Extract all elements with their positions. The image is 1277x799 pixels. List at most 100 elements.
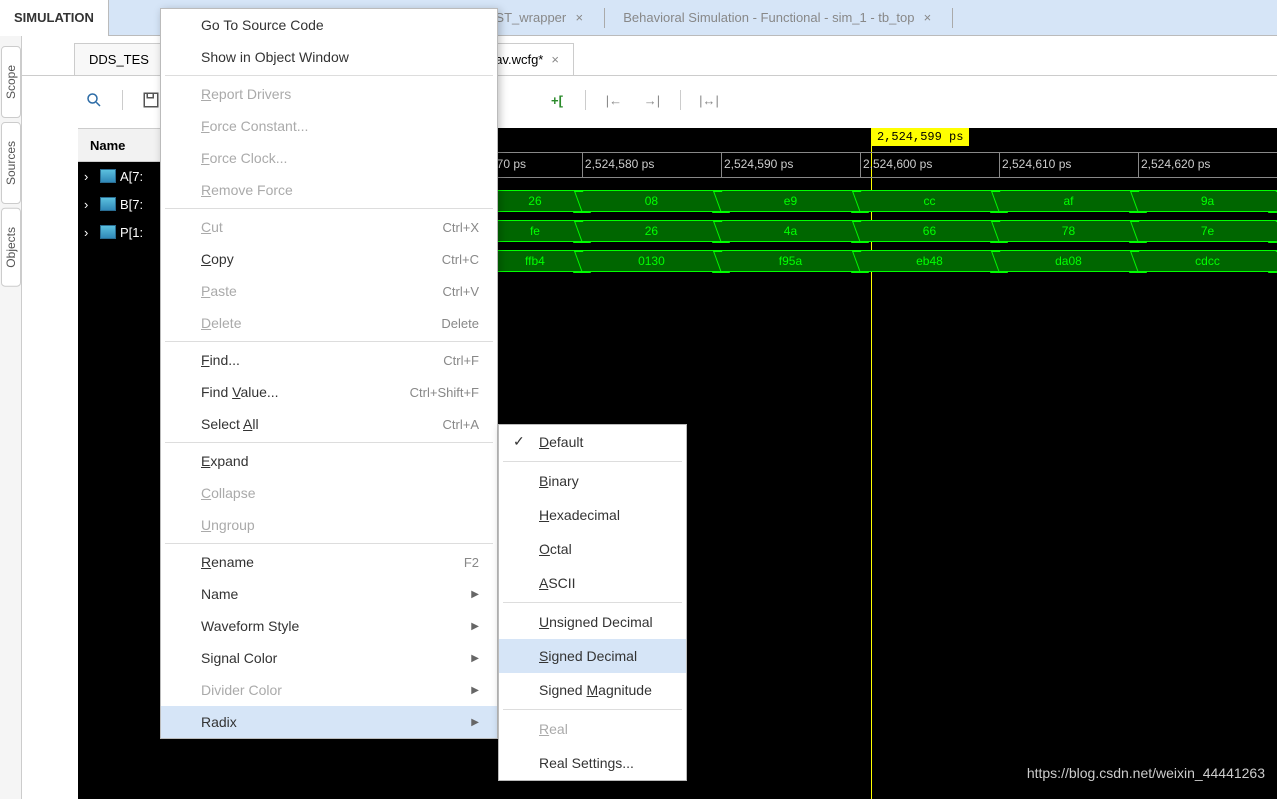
tab-label: Behavioral Simulation - Functional - sim… bbox=[623, 10, 914, 25]
menu-label: Report Drivers bbox=[201, 86, 291, 102]
keyboard-shortcut: Ctrl+A bbox=[443, 417, 479, 432]
time-ruler: 570 ps 2,524,580 ps 2,524,590 ps 2,524,6… bbox=[488, 152, 1277, 178]
menu-label: Paste bbox=[201, 283, 237, 299]
keyboard-shortcut: F2 bbox=[464, 555, 479, 570]
menu-separator bbox=[503, 461, 682, 462]
menu-label: Waveform Style bbox=[201, 618, 299, 634]
menu-label: Copy bbox=[201, 251, 234, 267]
wave-segment: 9a bbox=[1138, 190, 1277, 212]
wave-row[interactable]: fe264a66787e bbox=[488, 216, 1277, 246]
menu-item-expand[interactable]: Expand bbox=[161, 445, 497, 477]
keyboard-shortcut: Ctrl+F bbox=[443, 353, 479, 368]
menu-item-find-value[interactable]: Find Value...Ctrl+Shift+F bbox=[161, 376, 497, 408]
tab-simulation[interactable]: SIMULATION bbox=[0, 0, 109, 36]
ruler-tick: 2,524,610 ps bbox=[999, 153, 1138, 177]
submenu-item-signed-magnitude[interactable]: Signed Magnitude bbox=[499, 673, 686, 707]
close-icon[interactable]: × bbox=[572, 11, 586, 25]
menu-item-signal-color[interactable]: Signal Color ▶ bbox=[161, 642, 497, 674]
wave-segment: 26 bbox=[582, 220, 721, 242]
close-icon[interactable]: × bbox=[920, 11, 934, 25]
menu-item-collapse: Collapse bbox=[161, 477, 497, 509]
wave-segment: af bbox=[999, 190, 1138, 212]
menu-item-find[interactable]: Find...Ctrl+F bbox=[161, 344, 497, 376]
expander-icon[interactable]: › bbox=[84, 169, 96, 184]
go-cursor-icon[interactable]: →| bbox=[642, 90, 662, 110]
menu-label: Real bbox=[539, 721, 568, 737]
ruler-tick: 2,524,580 ps bbox=[582, 153, 721, 177]
add-marker-icon[interactable]: +[ bbox=[547, 90, 567, 110]
save-icon[interactable] bbox=[141, 90, 161, 110]
rail-scope[interactable]: Scope bbox=[1, 46, 21, 118]
context-menu: Go To Source CodeShow in Object Window Re… bbox=[160, 8, 498, 739]
ruler-tick: 2,524,590 ps bbox=[721, 153, 860, 177]
menu-item-cut: Cut Ctrl+X bbox=[161, 211, 497, 243]
menu-item-delete: DeleteDelete bbox=[161, 307, 497, 339]
go-start-icon[interactable]: |← bbox=[604, 90, 624, 110]
rail-objects[interactable]: Objects bbox=[1, 208, 21, 287]
menu-label: Force Constant... bbox=[201, 118, 308, 134]
menu-item-select-all[interactable]: Select AllCtrl+A bbox=[161, 408, 497, 440]
menu-label: Radix bbox=[201, 714, 237, 730]
submenu-arrow-icon: ▶ bbox=[471, 621, 479, 632]
tab-behavioral-sim[interactable]: Behavioral Simulation - Functional - sim… bbox=[609, 0, 948, 36]
menu-item-radix[interactable]: Radix ▶ bbox=[161, 706, 497, 738]
cursor-time-flag[interactable]: 2,524,599 ps bbox=[871, 128, 969, 146]
wave-row[interactable]: ffb40130f95aeb48da08cdcc bbox=[488, 246, 1277, 276]
rail-sources[interactable]: Sources bbox=[1, 122, 21, 204]
ruler-tick: 2,524,600 ps bbox=[860, 153, 999, 177]
menu-label: ASCII bbox=[539, 575, 576, 591]
radix-submenu: ✓Default BinaryHexadecimal Octal ASCII Unsig… bbox=[498, 424, 687, 781]
wave-segment: eb48 bbox=[860, 250, 999, 272]
menu-separator bbox=[165, 442, 493, 443]
wave-segment: 0130 bbox=[582, 250, 721, 272]
bus-icon bbox=[100, 169, 116, 183]
ruler-tick: 2,524,620 ps bbox=[1138, 153, 1277, 177]
menu-item-divider-color: Divider Color▶ bbox=[161, 674, 497, 706]
submenu-arrow-icon: ▶ bbox=[471, 685, 479, 696]
wave-row[interactable]: 2608e9ccaf9a bbox=[488, 186, 1277, 216]
left-rail: Scope Sources Objects bbox=[0, 36, 22, 799]
menu-item-name[interactable]: Name▶ bbox=[161, 578, 497, 610]
keyboard-shortcut: Ctrl+X bbox=[443, 220, 479, 235]
keyboard-shortcut: Delete bbox=[441, 316, 479, 331]
wave-segment: 08 bbox=[582, 190, 721, 212]
inner-tab-dds[interactable]: DDS_TES bbox=[74, 43, 164, 75]
wave-segment: da08 bbox=[999, 250, 1138, 272]
wave-rows: 2608e9ccaf9afe264a66787effb40130f95aeb48… bbox=[488, 186, 1277, 276]
menu-item-rename[interactable]: RenameF2 bbox=[161, 546, 497, 578]
watermark: https://blog.csdn.net/weixin_44441263 bbox=[1027, 765, 1265, 781]
menu-label: Octal bbox=[539, 541, 572, 557]
check-icon: ✓ bbox=[513, 433, 525, 450]
menu-item-force-clock: Force Clock... bbox=[161, 142, 497, 174]
submenu-arrow-icon: ▶ bbox=[471, 653, 479, 664]
zoom-fit-icon[interactable]: |↔| bbox=[699, 90, 719, 110]
submenu-arrow-icon: ▶ bbox=[471, 717, 479, 728]
menu-label: Signed Decimal bbox=[539, 648, 637, 664]
submenu-item-signed-decimal[interactable]: Signed Decimal bbox=[499, 639, 686, 673]
menu-item-waveform-style[interactable]: Waveform Style ▶ bbox=[161, 610, 497, 642]
menu-item-go-to-source-code[interactable]: Go To Source Code bbox=[161, 9, 497, 41]
close-icon[interactable]: × bbox=[551, 52, 559, 67]
menu-label: Collapse bbox=[201, 485, 256, 501]
submenu-item-hexadecimal[interactable]: Hexadecimal bbox=[499, 498, 686, 532]
submenu-item-default[interactable]: ✓Default bbox=[499, 425, 686, 459]
menu-separator bbox=[165, 341, 493, 342]
menu-separator bbox=[165, 208, 493, 209]
menu-label: Force Clock... bbox=[201, 150, 287, 166]
menu-item-copy[interactable]: CopyCtrl+C bbox=[161, 243, 497, 275]
wave-segment: 26 bbox=[488, 190, 582, 212]
submenu-item-ascii[interactable]: ASCII bbox=[499, 566, 686, 600]
submenu-item-unsigned-decimal[interactable]: Unsigned Decimal bbox=[499, 605, 686, 639]
menu-item-show-in-object-window[interactable]: Show in Object Window bbox=[161, 41, 497, 73]
submenu-item-real-settings[interactable]: Real Settings... bbox=[499, 746, 686, 780]
search-icon[interactable] bbox=[84, 90, 104, 110]
expander-icon[interactable]: › bbox=[84, 197, 96, 212]
menu-separator bbox=[165, 75, 493, 76]
menu-label: Cut bbox=[201, 219, 223, 235]
tab-label: DDS_TES bbox=[89, 52, 149, 67]
menu-label: Signal Color bbox=[201, 650, 277, 666]
submenu-item-octal[interactable]: Octal bbox=[499, 532, 686, 566]
menu-item-force-constant: Force Constant... bbox=[161, 110, 497, 142]
expander-icon[interactable]: › bbox=[84, 225, 96, 240]
submenu-item-binary[interactable]: Binary bbox=[499, 464, 686, 498]
